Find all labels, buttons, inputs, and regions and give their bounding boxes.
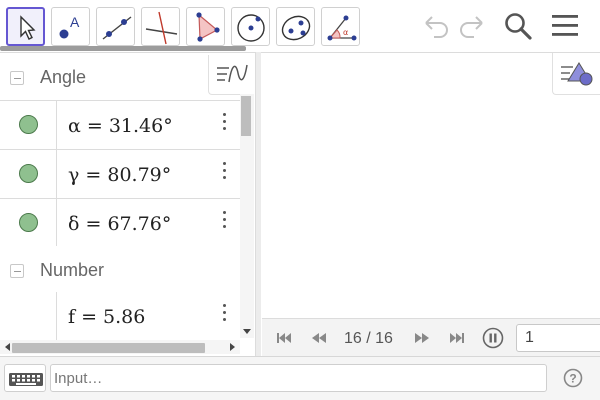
skip-to-end-icon [450,333,464,343]
group-header-number[interactable]: Number [0,246,240,294]
algebra-row[interactable]: α = 31.46° [0,101,240,150]
play-pause-button[interactable] [482,327,504,349]
algebra-description-icon [217,64,248,83]
menu-icon [552,15,578,36]
algebra-style-toggle-button[interactable] [208,55,254,95]
collapse-group-icon[interactable] [10,71,24,85]
perpendicular-line-icon [145,11,178,45]
undo-button[interactable] [418,8,454,44]
step-counter: 16 / 16 [344,330,393,347]
graphics-view[interactable] [261,52,600,356]
conic-tool-button[interactable] [276,7,315,46]
polygon-tool-button[interactable] [186,7,225,46]
toolbar: A α [0,0,600,52]
graphics-style-icon [561,62,593,86]
visibility-toggle-icon[interactable] [19,213,38,232]
cursor-arrow-icon [20,15,36,40]
keyboard-icon [9,373,43,386]
algebra-row[interactable]: f = 5.86 [0,292,240,341]
graphics-style-bar-button[interactable] [552,53,600,95]
algebra-input-field[interactable]: Input… [50,364,547,392]
polygon-icon [196,12,220,42]
perpendicular-line-tool-button[interactable] [141,7,180,46]
algebra-row[interactable]: δ = 67.76° [0,199,240,248]
visibility-toggle-icon[interactable] [19,164,38,183]
move-tool-button[interactable] [6,7,45,46]
search-button[interactable] [501,8,537,44]
fast-forward-icon [415,333,429,343]
main-menu-button[interactable] [548,8,584,44]
more-options-icon[interactable] [222,304,228,326]
point-icon: A [59,14,80,39]
speed-input[interactable]: 1 [516,324,600,352]
vertical-scroll-thumb[interactable] [241,96,251,136]
ellipse-icon [281,15,311,41]
algebra-expression[interactable]: δ = 67.76° [68,213,171,235]
more-options-icon[interactable] [222,162,228,184]
algebra-expression[interactable]: f = 5.86 [68,306,145,328]
group-title: Number [40,260,105,280]
pause-icon [482,327,504,349]
line-icon [102,16,132,40]
rewind-icon [312,333,326,343]
collapse-group-icon[interactable] [10,264,24,278]
input-help-button[interactable]: ? [563,368,583,388]
algebra-row[interactable]: γ = 80.79° [0,150,240,199]
group-title: Angle [40,67,87,87]
line-tool-button[interactable] [96,7,135,46]
construction-playbar: 16 / 16 1 [262,318,600,356]
last-step-button[interactable] [447,329,467,347]
visibility-toggle-icon[interactable] [19,115,38,134]
first-step-button[interactable] [274,329,294,347]
horizontal-scroll-thumb[interactable] [12,343,205,353]
visibility-cell [0,150,57,198]
undo-icon [425,16,448,38]
toolbar-scroll-indicator [0,46,246,51]
help-icon: ? [563,368,583,388]
angle-tool-symbol: α [343,28,348,37]
visibility-cell [0,199,57,247]
algebra-expression[interactable]: γ = 80.79° [68,164,171,186]
input-bar: Input… ? [0,356,600,400]
point-tool-button[interactable]: A [51,7,90,46]
algebra-expression[interactable]: α = 31.46° [68,115,173,137]
redo-icon [460,16,483,38]
group-header-angle[interactable]: Angle [0,53,240,101]
more-options-icon[interactable] [222,113,228,135]
circle-tool-button[interactable] [231,7,270,46]
angle-icon: α [327,15,357,41]
point-tool-label: A [70,14,80,30]
visibility-cell [0,101,57,149]
skip-to-start-icon [277,333,291,343]
search-icon [505,13,532,40]
angle-tool-button[interactable]: α [321,7,360,46]
redo-button[interactable] [454,8,490,44]
keyboard-toggle-button[interactable] [4,364,46,392]
visibility-cell [0,292,57,340]
circle-icon [237,14,265,42]
help-mark: ? [569,372,576,386]
algebra-view: Angle α = 31.46° γ = 80.79° δ = 67.76° N… [0,52,255,356]
next-step-button[interactable] [412,329,432,347]
previous-step-button[interactable] [309,329,329,347]
more-options-icon[interactable] [222,211,228,233]
